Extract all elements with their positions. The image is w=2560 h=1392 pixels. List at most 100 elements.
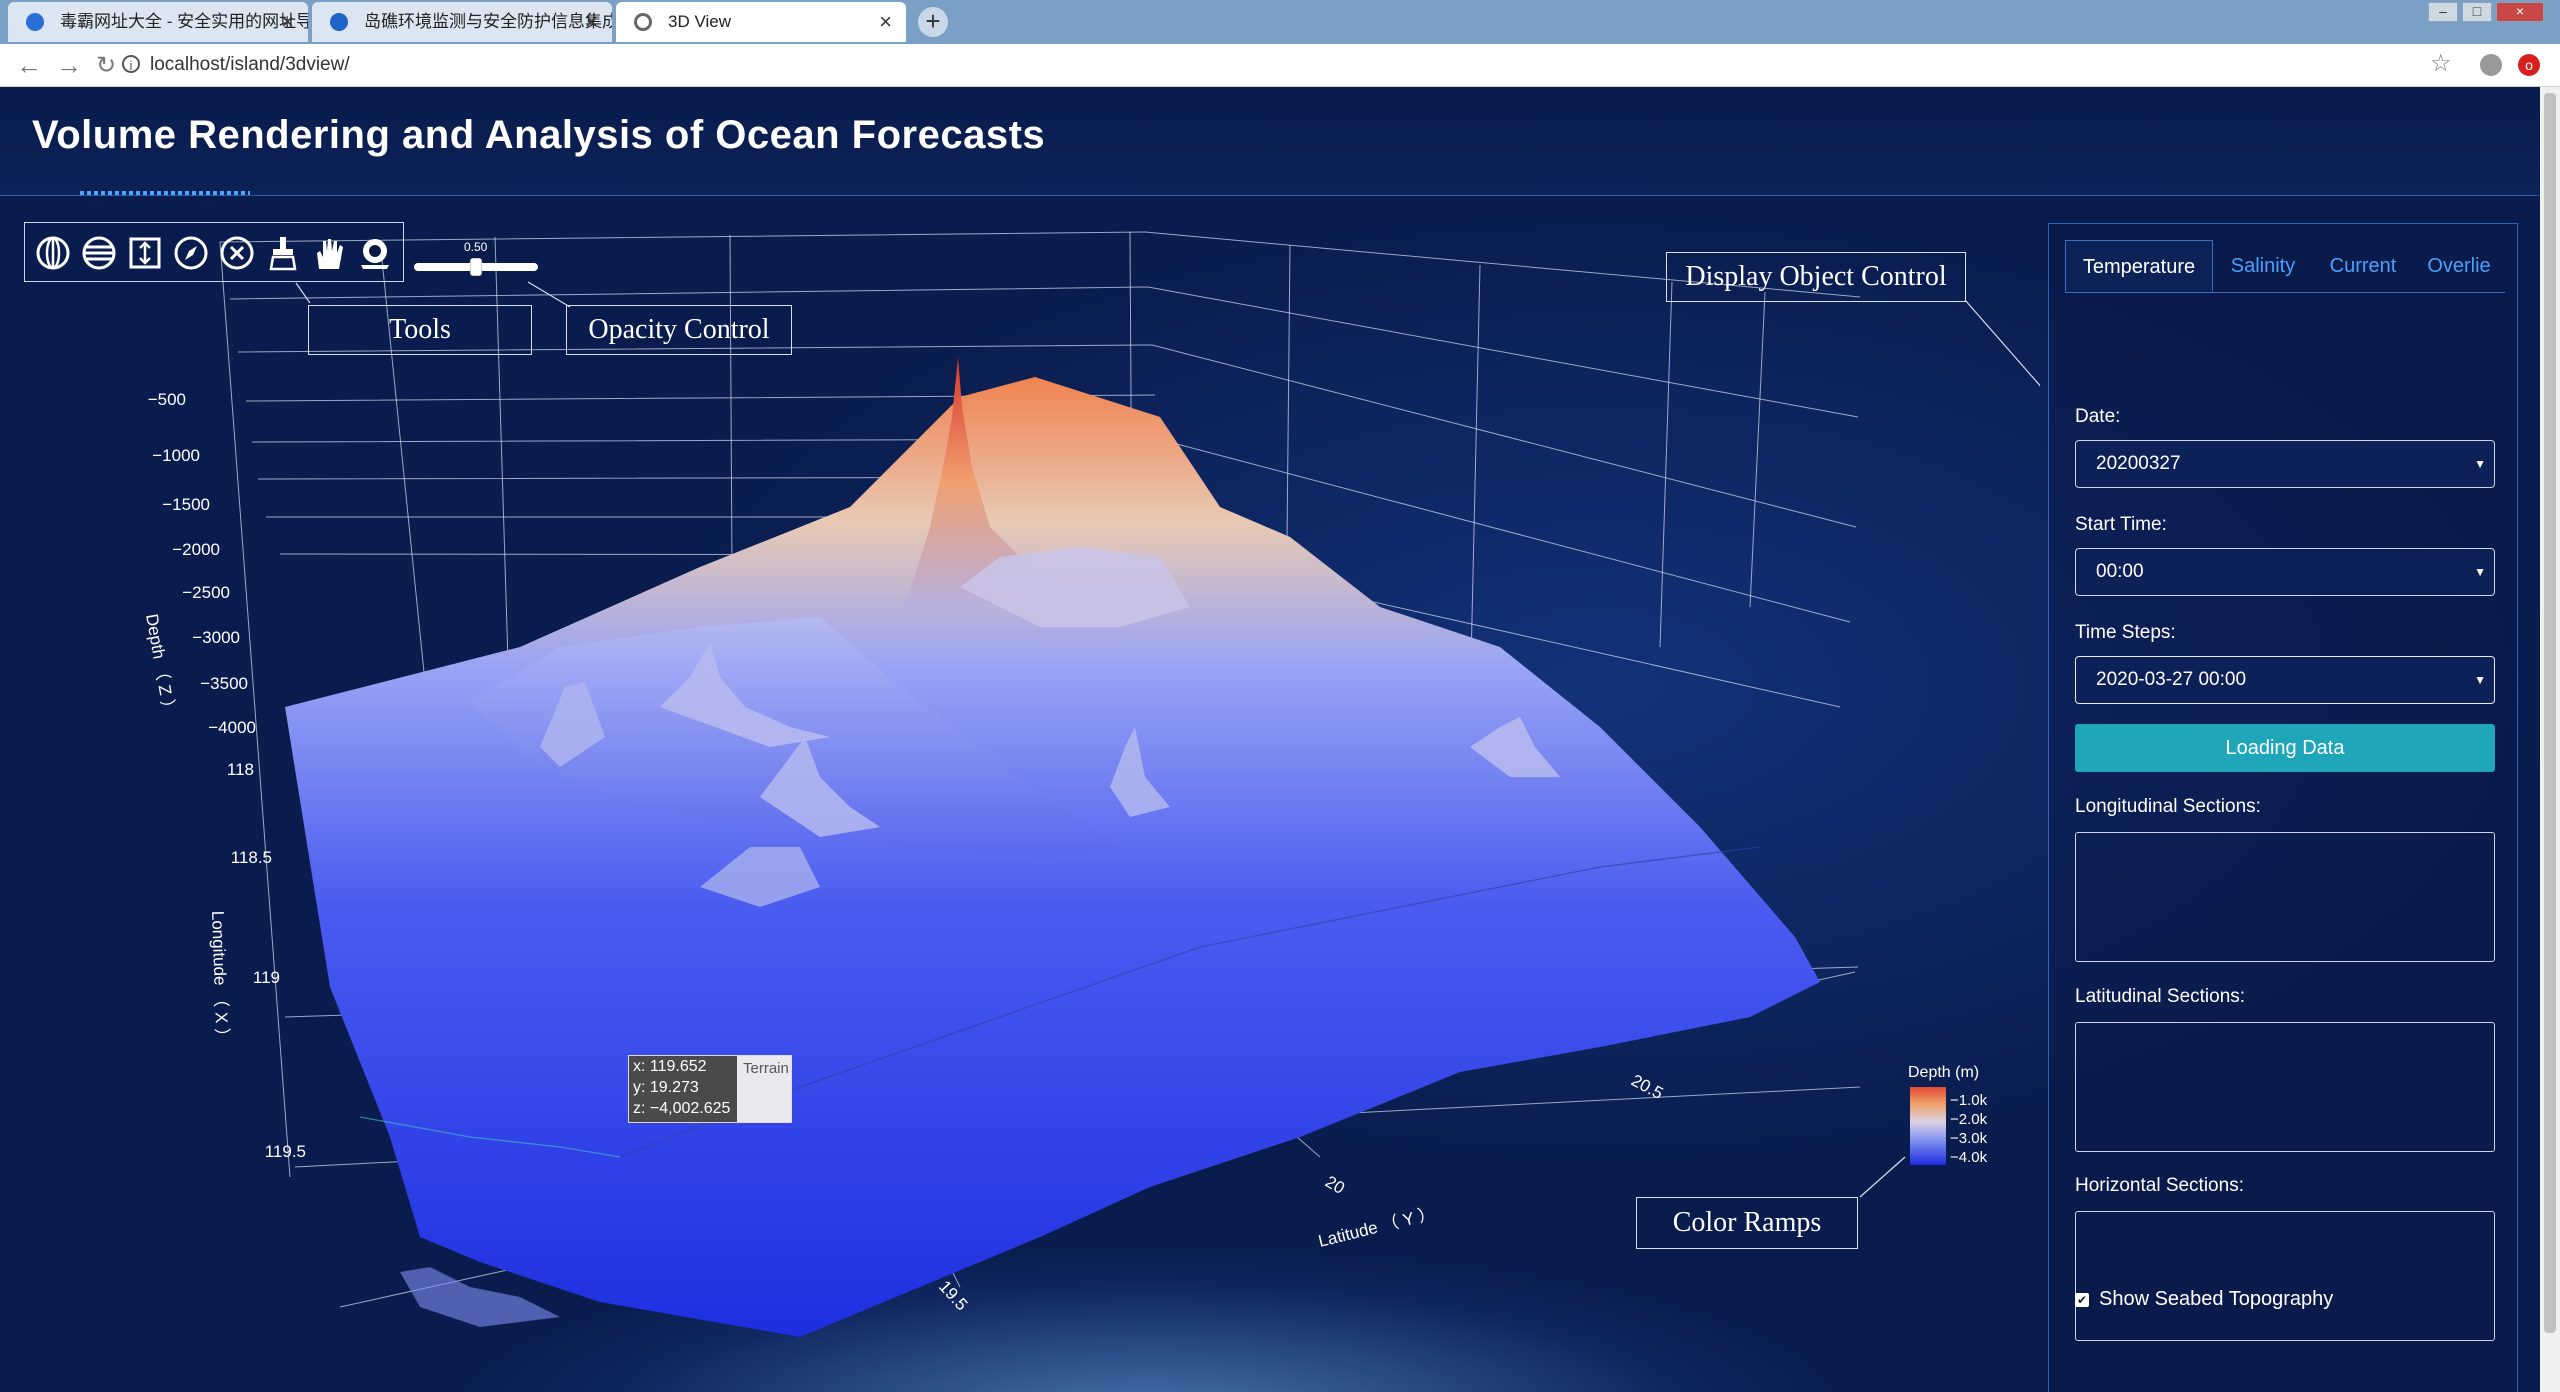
time-steps-select[interactable]: 2020-03-27 00:00 ▼ [2075,656,2495,704]
browser-tab-strip: 毒霸网址大全 - 安全实用的网址导航 × 岛礁环境监测与安全防护信息集成 × 3… [0,0,2560,44]
y-tick-label: 20 [1322,1172,1348,1198]
reload-icon[interactable]: ↻ [96,51,116,80]
load-data-button[interactable]: Loading Data [2075,724,2495,772]
z-tick-label: −1000 [152,446,200,465]
site-favicon-icon [330,13,348,31]
longitudinal-sections-box[interactable] [2075,832,2495,962]
back-icon[interactable]: ← [16,50,42,81]
y-axis-title: Latitude （ Y ） [1316,1203,1437,1250]
new-tab-button[interactable]: + [918,7,948,37]
bookmark-star-icon[interactable]: ☆ [2430,49,2452,78]
x-axis-title: Longitude （ X ） [208,910,232,1045]
display-object-callout: Display Object Control [1666,252,1966,302]
tooltip-y: y: 19.273 [633,1079,699,1096]
z-tick-label: −2000 [172,540,220,559]
colorbar-tick: −1.0k [1950,1092,1988,1109]
y-tick-label: 19.5 [935,1277,971,1314]
globe-icon[interactable] [35,235,71,271]
colorbar-tick: −3.0k [1950,1130,1988,1147]
profile-avatar-icon[interactable] [2480,54,2502,76]
reset-icon[interactable] [357,235,393,271]
browser-tab-3[interactable]: 3D View × [616,2,906,42]
z-tick-label: −2500 [182,583,230,602]
tab-title: 毒霸网址大全 - 安全实用的网址导航 [60,12,308,31]
z-tick-label: −3500 [200,674,248,693]
colorbar-title: Depth (m) [1908,1064,1980,1081]
start-time-select[interactable]: 00:00 ▼ [2075,548,2495,596]
tooltip-values: x: 119.652 y: 19.273 z: −4,002.625 [629,1056,737,1122]
tab-overlie[interactable]: Overlie [2413,240,2505,292]
chevron-down-icon: ▼ [2474,457,2486,471]
z-tick-label: −3000 [192,628,240,647]
close-tab-icon[interactable]: × [879,2,892,42]
z-tick-label: −4000 [208,718,256,737]
color-ramps-callout: Color Ramps [1636,1197,1858,1249]
seabed-topography-label: Show Seabed Topography [2099,1288,2334,1310]
tooltip-x: x: 119.652 [633,1058,707,1075]
close-tab-icon[interactable]: × [585,2,598,42]
tools-bar [24,222,404,282]
minimize-window-button[interactable]: – [2428,2,2458,22]
opacity-callout: Opacity Control [566,305,792,355]
opacity-slider-handle[interactable] [470,258,482,276]
hand-icon[interactable] [311,235,347,271]
tab-salinity[interactable]: Salinity [2213,240,2313,292]
colorbar-tick: −2.0k [1950,1111,1988,1128]
display-control-panel: Temperature Salinity Current Overlie Dat… [2048,223,2518,1392]
x-tick-label: 119 [253,968,280,987]
tools-callout: Tools [308,305,532,355]
start-time-label: Start Time: [2075,514,2167,535]
forward-icon[interactable]: → [56,50,82,81]
depth-colorbar [1910,1087,1946,1165]
browser-tab-2[interactable]: 岛礁环境监测与安全防护信息集成 × [312,2,612,42]
time-steps-value: 2020-03-27 00:00 [2096,669,2247,690]
hover-tooltip: x: 119.652 y: 19.273 z: −4,002.625 Terra… [628,1055,792,1123]
opacity-value: 0.50 [464,240,488,254]
globe-icon [634,13,652,31]
tab-temperature[interactable]: Temperature [2065,240,2213,292]
chevron-down-icon: ▼ [2474,673,2486,687]
site-favicon-icon [26,13,44,31]
date-select[interactable]: 20200327 ▼ [2075,440,2495,488]
x-tick-label: 118.5 [231,848,272,867]
url-text: localhost/island/3dview/ [150,54,350,75]
horizontal-sections-box[interactable] [2075,1211,2495,1341]
layers-icon[interactable] [81,235,117,271]
start-time-value: 00:00 [2096,561,2144,582]
page-scrollbar[interactable] [2540,87,2560,1392]
tab-current[interactable]: Current [2313,240,2413,292]
variable-tabs: Temperature Salinity Current Overlie [2065,240,2505,293]
tooltip-trace-name: Terrain [737,1056,791,1122]
terrain-surface [285,377,1820,1337]
x-tick-label: 118 [227,760,254,779]
tab-title: 岛礁环境监测与安全防护信息集成 [364,12,612,31]
browser-toolbar: ← → ↻ i localhost/island/3dview/ ☆ o [0,44,2560,87]
date-label: Date: [2075,406,2121,427]
close-tab-icon[interactable]: × [281,2,294,42]
time-steps-label: Time Steps: [2075,622,2176,643]
vertical-resize-icon[interactable] [127,235,163,271]
info-icon: i [122,55,140,73]
close-window-button[interactable]: × [2496,2,2544,22]
z-tick-label: −1500 [162,495,210,514]
close-circle-icon[interactable] [219,235,255,271]
latitudinal-sections-box[interactable] [2075,1022,2495,1152]
x-axis-ticks: 118 118.5 119 119.5 [227,760,306,1161]
scrollbar-thumb[interactable] [2544,93,2556,1333]
browser-tab-1[interactable]: 毒霸网址大全 - 安全实用的网址导航 × [8,2,308,42]
latitudinal-sections-label: Latitudinal Sections: [2075,986,2246,1007]
date-select-value: 20200327 [2096,453,2181,474]
seabed-topography-checkbox[interactable]: ✔ [2075,1293,2089,1307]
chevron-down-icon: ▼ [2474,565,2486,579]
z-tick-label: −500 [148,390,186,409]
brush-icon[interactable] [265,235,301,271]
address-bar[interactable]: i localhost/island/3dview/ [122,49,350,81]
maximize-window-button[interactable]: □ [2462,2,2492,22]
horizontal-sections-label: Horizontal Sections: [2075,1175,2244,1196]
extension-icon[interactable]: o [2518,54,2540,76]
compass-icon[interactable] [173,235,209,271]
tooltip-z: z: −4,002.625 [633,1100,731,1117]
longitudinal-sections-label: Longitudinal Sections: [2075,796,2261,817]
tab-title: 3D View [668,12,731,31]
colorbar-tick: −4.0k [1950,1149,1988,1166]
